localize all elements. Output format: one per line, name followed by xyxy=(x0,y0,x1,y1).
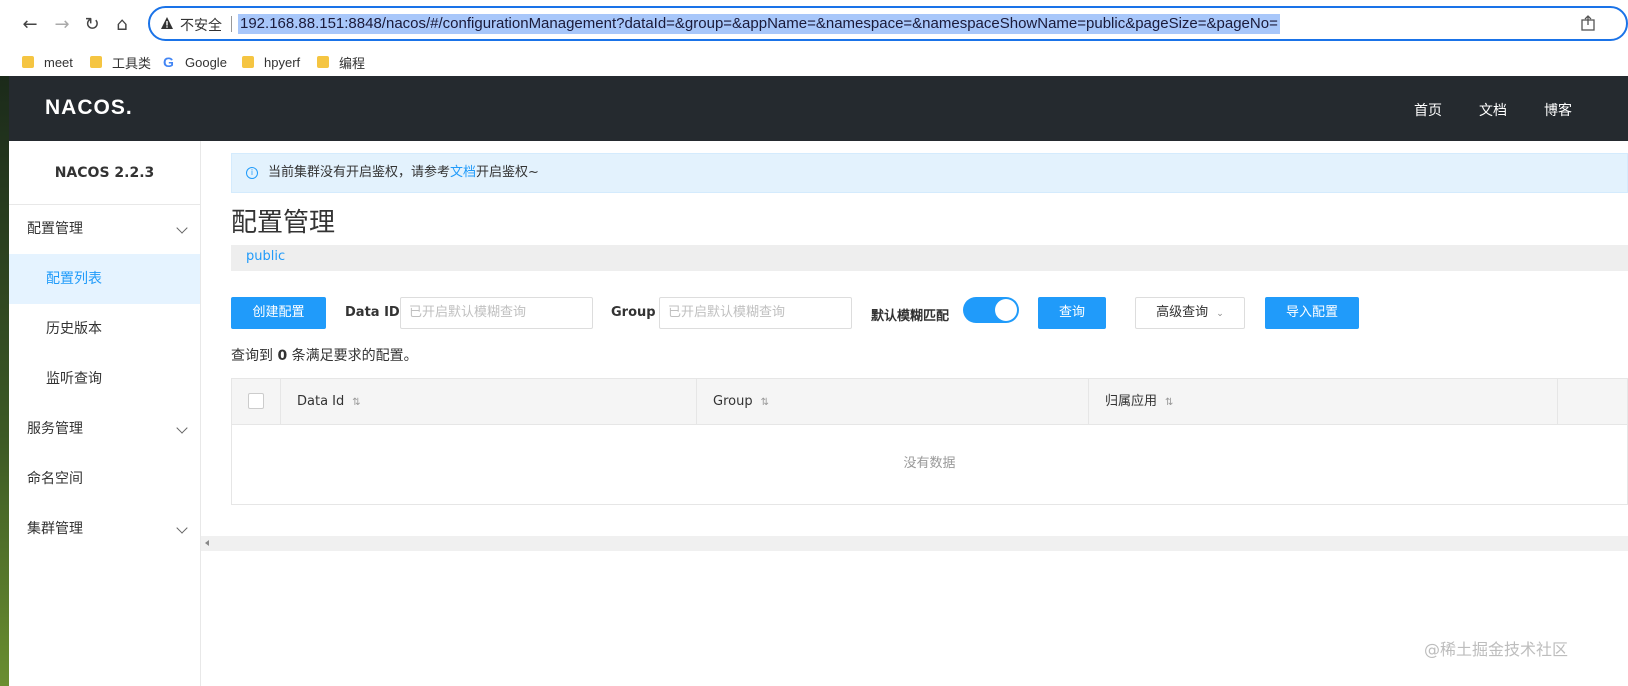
bookmark-label: 编程 xyxy=(339,55,366,71)
result-count: 0 xyxy=(277,348,288,364)
column-header-app[interactable]: 归属应用 ⇅ xyxy=(1088,379,1558,425)
result-suffix: 条满足要求的配置。 xyxy=(291,348,418,364)
logo-text: NACOS. xyxy=(45,96,133,119)
dataid-input[interactable]: 已开启默认模糊查询 xyxy=(400,297,593,329)
back-icon[interactable]: ← xyxy=(18,12,42,36)
google-icon: G xyxy=(163,54,174,70)
sidebar-item-config-management[interactable]: 配置管理 xyxy=(9,204,200,254)
browser-toolbar: ← → ↻ ⌂ 不安全 192.168.88.151:8848/nacos/#/… xyxy=(0,0,1628,48)
sidebar-item-label: 命名空间 xyxy=(27,471,83,487)
bookmark-hpyerf[interactable]: hpyerf xyxy=(242,52,300,72)
namespace-bar: public xyxy=(231,245,1628,271)
reload-icon[interactable]: ↻ xyxy=(80,12,104,36)
import-config-button[interactable]: 导入配置 xyxy=(1265,297,1359,329)
column-header-more xyxy=(1557,379,1628,425)
create-config-button[interactable]: 创建配置 xyxy=(231,297,326,329)
folder-icon xyxy=(242,56,254,68)
namespace-public[interactable]: public xyxy=(246,249,285,264)
sort-icon[interactable]: ⇅ xyxy=(352,397,360,408)
fuzzy-match-label: 默认模糊匹配 xyxy=(871,309,950,324)
sort-icon[interactable]: ⇅ xyxy=(1165,397,1173,408)
notice-doc-link[interactable]: 文档 xyxy=(450,165,476,180)
address-bar[interactable]: 不安全 192.168.88.151:8848/nacos/#/configur… xyxy=(148,6,1628,41)
chevron-down-icon xyxy=(176,522,188,534)
sort-icon[interactable]: ⇅ xyxy=(761,397,769,408)
bookmark-meet[interactable]: meet xyxy=(22,52,73,72)
sidebar: NACOS 2.2.3 配置管理 配置列表 历史版本 监听查询 服务管理 命名空… xyxy=(9,141,201,686)
nav-blog[interactable]: 博客 xyxy=(1544,100,1572,120)
scroll-left-icon[interactable] xyxy=(205,540,209,546)
column-label: Group xyxy=(713,394,753,409)
nav-home[interactable]: 首页 xyxy=(1414,100,1442,120)
sidebar-item-history[interactable]: 历史版本 xyxy=(9,304,200,354)
bookmarks-bar: meet 工具类 G Google hpyerf 编程 xyxy=(0,48,1628,76)
sidebar-item-service-management[interactable]: 服务管理 xyxy=(9,404,200,454)
sidebar-item-cluster-management[interactable]: 集群管理 xyxy=(9,504,200,554)
group-label: Group xyxy=(611,305,656,320)
fuzzy-match-toggle[interactable] xyxy=(963,297,1019,323)
folder-icon xyxy=(90,56,102,68)
result-prefix: 查询到 xyxy=(231,348,273,364)
bookmark-label: Google xyxy=(185,54,227,70)
warning-icon xyxy=(161,17,173,29)
bookmark-programming[interactable]: 编程 xyxy=(317,52,365,72)
sidebar-item-namespace[interactable]: 命名空间 xyxy=(9,454,200,504)
app-header: NACOS. 首页 文档 博客 xyxy=(9,76,1628,141)
watermark: @稀土掘金技术社区 xyxy=(1423,640,1568,659)
select-all-checkbox[interactable] xyxy=(248,393,264,409)
notice-suffix: 开启鉴权~ xyxy=(476,165,539,180)
nacos-logo[interactable]: NACOS. xyxy=(45,96,133,120)
sidebar-item-label: 配置管理 xyxy=(27,221,83,237)
folder-icon xyxy=(317,56,329,68)
sidebar-item-label: 历史版本 xyxy=(46,321,102,337)
result-summary: 查询到 0 条满足要求的配置。 xyxy=(231,345,418,365)
version-label: NACOS 2.2.3 xyxy=(9,141,200,205)
sidebar-item-label: 集群管理 xyxy=(27,521,83,537)
page-title: 配置管理 xyxy=(231,208,336,238)
column-label: Data Id xyxy=(297,394,345,409)
chevron-down-icon: ⌄ xyxy=(1216,309,1224,319)
advanced-query-button[interactable]: 高级查询 ⌄ xyxy=(1135,297,1245,329)
query-button[interactable]: 查询 xyxy=(1038,297,1106,329)
forward-icon[interactable]: → xyxy=(50,12,74,36)
chevron-down-icon xyxy=(176,422,188,434)
sidebar-item-label: 服务管理 xyxy=(27,421,83,437)
empty-state: 没有数据 xyxy=(903,456,956,471)
advanced-query-label: 高级查询 xyxy=(1156,305,1209,320)
bookmark-google[interactable]: G Google xyxy=(163,52,227,72)
horizontal-scrollbar[interactable] xyxy=(201,536,1628,551)
group-input[interactable]: 已开启默认模糊查询 xyxy=(659,297,852,329)
home-icon[interactable]: ⌂ xyxy=(110,12,134,36)
column-label: 归属应用 xyxy=(1105,394,1158,409)
info-icon: i xyxy=(246,167,258,179)
share-icon[interactable] xyxy=(1580,15,1596,31)
nav-docs[interactable]: 文档 xyxy=(1479,100,1507,120)
column-header-group[interactable]: Group ⇅ xyxy=(696,379,1089,425)
column-header-dataid[interactable]: Data Id ⇅ xyxy=(280,379,697,425)
desktop-wallpaper xyxy=(0,76,9,686)
sidebar-item-label: 监听查询 xyxy=(46,371,102,387)
chevron-down-icon xyxy=(176,222,188,234)
notice-prefix: 当前集群没有开启鉴权，请参考 xyxy=(268,165,451,180)
bookmark-label: meet xyxy=(44,54,73,70)
sidebar-item-config-list[interactable]: 配置列表 xyxy=(9,254,200,304)
folder-icon xyxy=(22,56,34,68)
insecure-label: 不安全 xyxy=(180,17,222,33)
toggle-knob xyxy=(995,299,1017,321)
table-header: Data Id ⇅ Group ⇅ 归属应用 ⇅ xyxy=(232,379,1627,425)
bookmark-label: hpyerf xyxy=(264,54,301,70)
sidebar-item-listener-query[interactable]: 监听查询 xyxy=(9,354,200,404)
dataid-label: Data ID xyxy=(345,305,400,320)
sidebar-item-label: 配置列表 xyxy=(46,271,102,287)
bookmark-tools[interactable]: 工具类 xyxy=(90,52,151,72)
url-text[interactable]: 192.168.88.151:8848/nacos/#/configuratio… xyxy=(238,14,1280,34)
auth-notice: i 当前集群没有开启鉴权，请参考文档开启鉴权~ xyxy=(231,153,1628,193)
bookmark-label: 工具类 xyxy=(112,55,152,71)
address-divider xyxy=(231,16,232,32)
config-table: Data Id ⇅ Group ⇅ 归属应用 ⇅ 没有数据 xyxy=(231,378,1628,505)
